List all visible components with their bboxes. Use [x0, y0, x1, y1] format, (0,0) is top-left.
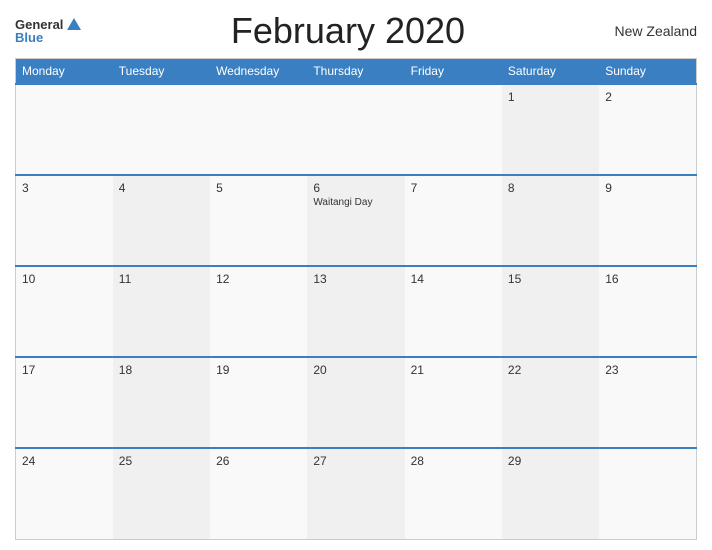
calendar-table: Monday Tuesday Wednesday Thursday Friday… — [15, 58, 697, 540]
logo-blue-text: Blue — [15, 31, 43, 44]
calendar-cell: 26 — [210, 448, 307, 539]
cell-date-number: 25 — [119, 454, 204, 468]
calendar-cell: 27 — [307, 448, 404, 539]
cell-date-number: 6 — [313, 181, 398, 195]
cell-date-number: 10 — [22, 272, 107, 286]
cell-date-number: 15 — [508, 272, 593, 286]
col-saturday: Saturday — [502, 59, 599, 85]
col-friday: Friday — [405, 59, 502, 85]
cell-date-number: 16 — [605, 272, 690, 286]
cell-date-number: 11 — [119, 272, 204, 286]
page: General Blue February 2020 New Zealand M… — [0, 0, 712, 550]
calendar-cell: 11 — [113, 266, 210, 357]
calendar-cell: 1 — [502, 84, 599, 175]
cell-date-number: 17 — [22, 363, 107, 377]
calendar-week-row: 24 25 26 27 28 29 — [16, 448, 697, 539]
calendar-cell: 12 — [210, 266, 307, 357]
cell-date-number: 9 — [605, 181, 690, 195]
cell-date-number: 3 — [22, 181, 107, 195]
cell-date-number: 24 — [22, 454, 107, 468]
cell-date-number: 1 — [508, 90, 593, 104]
calendar-cell — [113, 84, 210, 175]
calendar-cell: 18 — [113, 357, 210, 448]
calendar-cell: 3 — [16, 175, 113, 266]
country-label: New Zealand — [615, 23, 698, 39]
calendar-cell — [307, 84, 404, 175]
calendar-header-row: Monday Tuesday Wednesday Thursday Friday… — [16, 59, 697, 85]
cell-date-number: 2 — [605, 90, 690, 104]
calendar-cell: 29 — [502, 448, 599, 539]
col-thursday: Thursday — [307, 59, 404, 85]
calendar-cell: 6 Waitangi Day — [307, 175, 404, 266]
calendar-cell — [405, 84, 502, 175]
calendar-cell: 10 — [16, 266, 113, 357]
calendar-cell — [599, 448, 696, 539]
calendar-cell: 5 — [210, 175, 307, 266]
calendar-cell: 19 — [210, 357, 307, 448]
calendar-cell: 17 — [16, 357, 113, 448]
calendar-cell: 28 — [405, 448, 502, 539]
cell-date-number: 23 — [605, 363, 690, 377]
calendar-cell: 16 — [599, 266, 696, 357]
cell-date-number: 20 — [313, 363, 398, 377]
calendar-cell: 8 — [502, 175, 599, 266]
calendar-cell: 22 — [502, 357, 599, 448]
cell-date-number: 5 — [216, 181, 301, 195]
calendar-week-row: 10 11 12 13 14 15 16 — [16, 266, 697, 357]
cell-date-number: 18 — [119, 363, 204, 377]
calendar-cell: 23 — [599, 357, 696, 448]
calendar-cell: 2 — [599, 84, 696, 175]
calendar-cell — [16, 84, 113, 175]
cell-date-number: 8 — [508, 181, 593, 195]
calendar-cell: 4 — [113, 175, 210, 266]
cell-date-number: 29 — [508, 454, 593, 468]
calendar-cell: 21 — [405, 357, 502, 448]
cell-date-number: 26 — [216, 454, 301, 468]
col-tuesday: Tuesday — [113, 59, 210, 85]
col-wednesday: Wednesday — [210, 59, 307, 85]
calendar-week-row: 3456 Waitangi Day 789 — [16, 175, 697, 266]
calendar-cell: 25 — [113, 448, 210, 539]
calendar-cell: 7 — [405, 175, 502, 266]
logo: General Blue — [15, 18, 81, 44]
cell-date-number: 12 — [216, 272, 301, 286]
logo-triangle-icon — [67, 18, 81, 30]
calendar-cell: 20 — [307, 357, 404, 448]
col-sunday: Sunday — [599, 59, 696, 85]
cell-date-number: 7 — [411, 181, 496, 195]
header: General Blue February 2020 New Zealand — [15, 10, 697, 52]
cell-event-label: Waitangi Day — [313, 197, 398, 208]
cell-date-number: 19 — [216, 363, 301, 377]
cell-date-number: 14 — [411, 272, 496, 286]
calendar-cell: 24 — [16, 448, 113, 539]
cell-date-number: 27 — [313, 454, 398, 468]
cell-date-number: 13 — [313, 272, 398, 286]
cell-date-number: 21 — [411, 363, 496, 377]
calendar-week-row: 17 18 19 20 21 22 23 — [16, 357, 697, 448]
cell-date-number: 4 — [119, 181, 204, 195]
cell-date-number: 28 — [411, 454, 496, 468]
calendar-cell — [210, 84, 307, 175]
calendar-cell: 13 — [307, 266, 404, 357]
calendar-title: February 2020 — [81, 10, 614, 52]
calendar-cell: 9 — [599, 175, 696, 266]
col-monday: Monday — [16, 59, 113, 85]
calendar-week-row: 12 — [16, 84, 697, 175]
calendar-cell: 14 — [405, 266, 502, 357]
calendar-cell: 15 — [502, 266, 599, 357]
cell-date-number: 22 — [508, 363, 593, 377]
